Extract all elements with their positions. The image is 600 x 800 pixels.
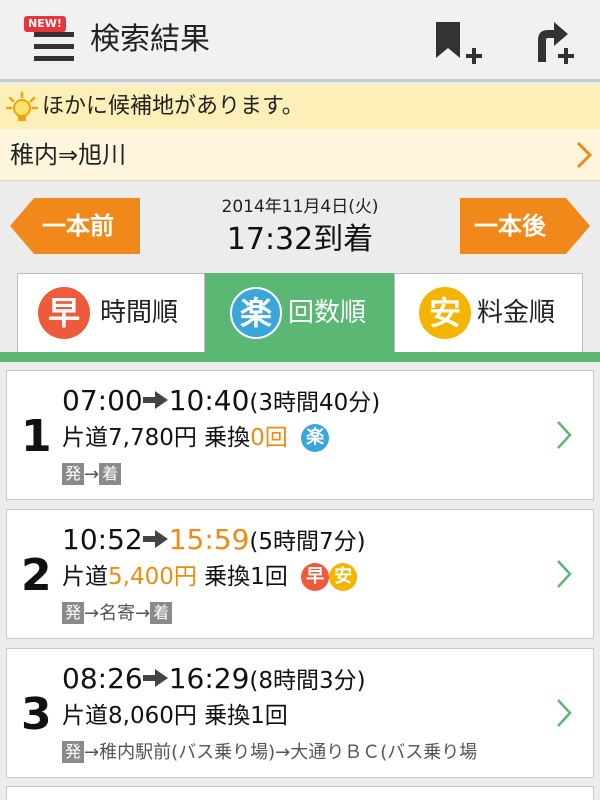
tab-underline bbox=[0, 352, 600, 362]
result-times: 10:52 15:59(5時間7分) bbox=[62, 522, 366, 560]
result-route: 発 →名寄→ 着 bbox=[62, 601, 557, 627]
arrive-time: 16:29 bbox=[168, 662, 250, 695]
route-row[interactable]: 稚内⇒旭川 bbox=[0, 129, 600, 181]
next-train-button[interactable]: 一本後 bbox=[460, 198, 590, 254]
chevron-right-icon bbox=[557, 421, 572, 449]
fare-prefix: 片道 bbox=[62, 564, 108, 590]
menu-button[interactable]: NEW! bbox=[22, 16, 78, 68]
result-fare-line: 片道8,060円 乗換1回 bbox=[62, 700, 288, 732]
bulb-icon bbox=[6, 91, 38, 121]
app-header: NEW! 検索結果 bbox=[0, 0, 600, 82]
chevron-right-icon bbox=[557, 699, 572, 727]
result-route: 発 → 着 bbox=[62, 462, 557, 488]
route-via: →稚内駅前(バス乗り場)→大通りＢＣ(バス乗り場 bbox=[84, 742, 478, 763]
chevron-right-icon bbox=[557, 560, 572, 588]
tab-label: 回数順 bbox=[288, 298, 367, 328]
transfer-count: 1回 bbox=[250, 703, 288, 729]
result-fare-line: 片道5,400円 乗換1回 早安 bbox=[62, 561, 358, 593]
alternate-location-notice[interactable]: ほかに候補地があります。 bbox=[0, 85, 600, 129]
time-navigation: 一本前 2014年11月4日(火) 17:32到着 一本後 bbox=[0, 182, 600, 272]
tab-sort-time[interactable]: 早 時間順 bbox=[17, 273, 205, 353]
route-add-button[interactable] bbox=[524, 18, 578, 68]
depart-time: 08:26 bbox=[62, 662, 143, 695]
transfer-count: 0回 bbox=[250, 425, 288, 451]
bookmark-add-button[interactable] bbox=[432, 18, 486, 68]
arrow-right-icon bbox=[142, 530, 168, 548]
result-number: 1 bbox=[21, 411, 52, 462]
easy-badge-icon: 楽 bbox=[230, 287, 282, 339]
duration: (3時間40分) bbox=[249, 390, 381, 416]
menu-icon-bar bbox=[34, 56, 74, 61]
depart-tag: 発 bbox=[62, 602, 85, 624]
menu-icon bbox=[34, 32, 74, 37]
arrow-right-icon bbox=[142, 391, 168, 409]
tab-label: 時間順 bbox=[100, 298, 179, 328]
transfer-prefix: 乗換 bbox=[204, 703, 251, 729]
result-card-1[interactable]: 1 07:00 10:40(3時間40分) 片道7,780円 乗換0回 楽 発 → 着 bbox=[6, 370, 594, 500]
result-card-2[interactable]: 2 10:52 15:59(5時間7分) 片道5,400円 乗換1回 早安 発 →名… bbox=[6, 509, 594, 639]
route-text: 稚内⇒旭川 bbox=[10, 141, 127, 169]
duration: (5時間7分) bbox=[249, 529, 366, 555]
tab-sort-fare[interactable]: 安 料金順 bbox=[394, 273, 583, 353]
duration: (8時間3分) bbox=[249, 668, 366, 694]
transfer-count: 1回 bbox=[250, 564, 288, 590]
result-fare-line: 片道7,780円 乗換0回 楽 bbox=[62, 422, 330, 454]
new-badge: NEW! bbox=[24, 16, 66, 32]
depart-time: 10:52 bbox=[62, 523, 143, 556]
arrive-time: 15:59 bbox=[168, 523, 250, 556]
tab-label: 料金順 bbox=[477, 298, 556, 328]
result-number: 3 bbox=[21, 689, 52, 740]
fare-prefix: 片道 bbox=[62, 703, 108, 729]
route-add-icon bbox=[538, 22, 574, 64]
tab-sort-transfers[interactable]: 楽 回数順 bbox=[205, 273, 395, 353]
depart-time: 07:00 bbox=[62, 384, 143, 417]
transfer-prefix: 乗換 bbox=[204, 564, 251, 590]
result-card-3[interactable]: 3 08:26 16:29(8時間3分) 片道8,060円 乗換1回 発 →稚内駅前… bbox=[6, 648, 594, 778]
sort-tabs: 早 時間順 楽 回数順 安 料金順 bbox=[17, 273, 583, 353]
cheap-badge-icon: 安 bbox=[419, 287, 471, 339]
depart-tag: 発 bbox=[62, 741, 85, 763]
chevron-right-icon bbox=[576, 141, 593, 169]
fare: 7,780円 bbox=[108, 425, 197, 451]
easy-badge-icon: 楽 bbox=[301, 424, 330, 452]
fare: 5,400円 bbox=[108, 564, 197, 590]
arrive-tag: 着 bbox=[99, 463, 122, 485]
result-times: 07:00 10:40(3時間40分) bbox=[62, 383, 380, 421]
transfer-prefix: 乗換 bbox=[204, 425, 251, 451]
route-via: →名寄→ bbox=[84, 603, 151, 624]
arrive-time: 10:40 bbox=[168, 384, 250, 417]
fare: 8,060円 bbox=[108, 703, 197, 729]
menu-icon-bar bbox=[34, 44, 74, 49]
result-number: 2 bbox=[21, 550, 52, 601]
result-card-4[interactable] bbox=[6, 786, 594, 800]
fare-prefix: 片道 bbox=[62, 425, 108, 451]
fast-badge-icon: 早 bbox=[38, 287, 90, 339]
result-times: 08:26 16:29(8時間3分) bbox=[62, 661, 366, 699]
arrow-right-icon bbox=[142, 669, 168, 687]
bookmark-add-icon bbox=[436, 22, 482, 64]
cheap-badge-icon: 安 bbox=[329, 563, 358, 591]
arrive-tag: 着 bbox=[150, 602, 173, 624]
next-train-label: 一本後 bbox=[474, 212, 546, 240]
notice-text: ほかに候補地があります。 bbox=[42, 94, 304, 119]
depart-tag: 発 bbox=[62, 463, 85, 485]
page-title: 検索結果 bbox=[90, 22, 210, 57]
fast-badge-icon: 早 bbox=[301, 563, 330, 591]
result-route: 発 →稚内駅前(バス乗り場)→大通りＢＣ(バス乗り場 bbox=[62, 740, 557, 766]
